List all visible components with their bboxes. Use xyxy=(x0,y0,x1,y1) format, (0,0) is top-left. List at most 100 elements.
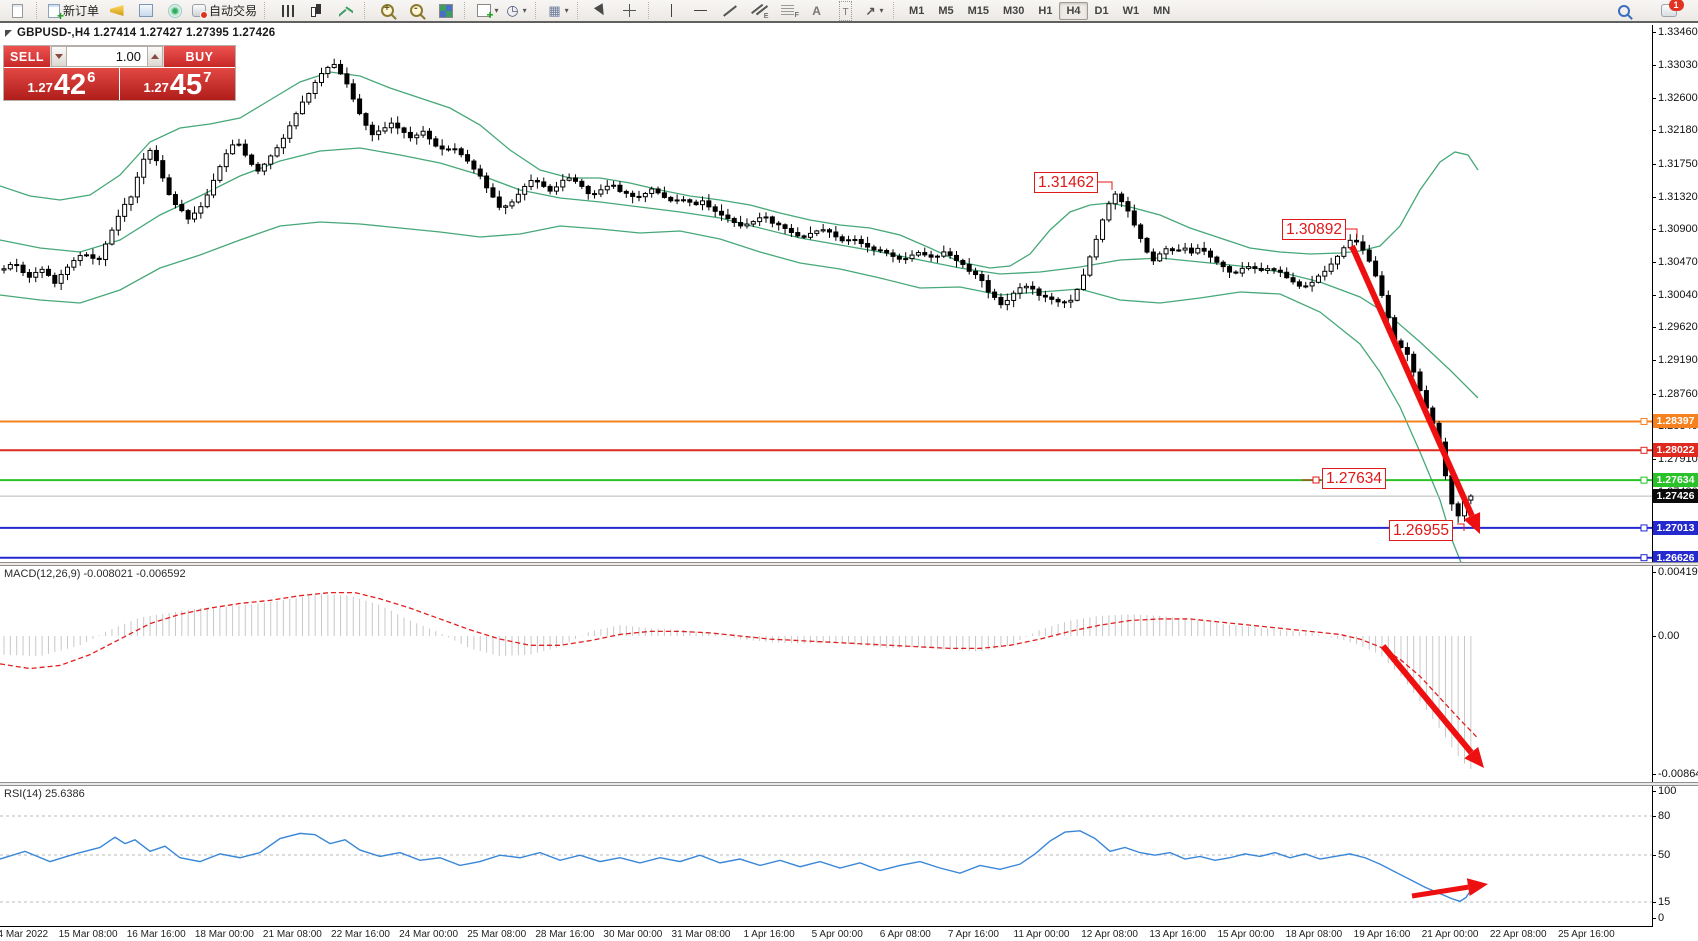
buy-button[interactable]: BUY xyxy=(164,46,235,67)
candle-body xyxy=(53,275,57,283)
lot-input[interactable]: 1.00 xyxy=(67,46,147,67)
timeframe-h4-button[interactable]: H4 xyxy=(1059,2,1087,20)
signals-icon[interactable] xyxy=(160,1,189,21)
rsi-tick-label: 15 xyxy=(1658,896,1670,908)
lot-decrease-button[interactable] xyxy=(51,46,67,67)
line-handle[interactable] xyxy=(1641,555,1647,561)
fibonacci-icon[interactable] xyxy=(773,1,802,21)
market-watch-icon[interactable] xyxy=(131,1,160,21)
price-label-annotation[interactable]: 1.31462 xyxy=(1034,172,1098,193)
price-tick-mark xyxy=(1652,394,1656,395)
triangle-down-icon xyxy=(55,54,63,59)
timeframe-h1-button[interactable]: H1 xyxy=(1031,2,1059,20)
candle-body xyxy=(656,189,660,193)
templates-icon[interactable]: ▾ xyxy=(544,1,573,21)
zoom-in-icon[interactable] xyxy=(373,1,402,21)
vertical-line-icon[interactable] xyxy=(657,1,686,21)
horizontal-line-icon[interactable] xyxy=(686,1,715,21)
file-icon[interactable] xyxy=(3,1,32,21)
price-label-annotation[interactable]: 1.30892 xyxy=(1282,219,1346,240)
cursor-icon[interactable] xyxy=(586,1,615,21)
new-chart-icon[interactable]: ▾ xyxy=(473,1,502,21)
buy-price-pip: 7 xyxy=(203,69,211,86)
macd-tick-mark xyxy=(1652,572,1656,573)
sell-button[interactable]: SELL xyxy=(4,46,50,67)
zoom-out-icon[interactable] xyxy=(402,1,431,21)
auto-trading-glyph xyxy=(192,4,206,17)
crosshair-icon[interactable] xyxy=(615,1,644,21)
candle-body xyxy=(85,255,89,256)
candle-body xyxy=(1037,289,1041,295)
lot-increase-button[interactable] xyxy=(147,46,163,67)
profiles-icon[interactable]: ▾ xyxy=(502,1,531,21)
date-axis-label: 22 Mar 16:00 xyxy=(331,929,390,940)
price-tick-label: 1.32600 xyxy=(1658,92,1698,104)
timeframe-m15-button[interactable]: M15 xyxy=(961,2,996,20)
timeframe-m5-button[interactable]: M5 xyxy=(931,2,960,20)
trendline-icon[interactable] xyxy=(715,1,744,21)
trend-arrow[interactable] xyxy=(1412,887,1468,896)
cursor-icon-glyph xyxy=(593,3,607,18)
candle-body xyxy=(1012,293,1016,300)
notifications-button[interactable]: 1 xyxy=(1654,1,1683,21)
tile-windows-icon[interactable] xyxy=(431,1,460,21)
macd-panel[interactable] xyxy=(0,566,1652,782)
candle-body xyxy=(783,225,787,229)
timeframe-d1-button[interactable]: D1 xyxy=(1088,2,1116,20)
text-label-icon[interactable] xyxy=(831,1,860,21)
candle-body xyxy=(281,138,285,147)
price-label-annotation[interactable]: 1.27634 xyxy=(1322,468,1386,489)
search-button[interactable] xyxy=(1609,1,1638,21)
line-handle[interactable] xyxy=(1641,525,1647,531)
bar-chart-icon[interactable] xyxy=(273,1,302,21)
candle-body xyxy=(904,259,908,260)
arrows-icon[interactable]: ▾ xyxy=(860,1,889,21)
annotation-handle[interactable] xyxy=(1313,477,1319,483)
rsi-panel[interactable] xyxy=(0,786,1652,927)
auto-trading-button[interactable]: 自动交易 xyxy=(189,1,260,21)
candle-body xyxy=(720,211,724,215)
timeframe-m30-button[interactable]: M30 xyxy=(996,2,1031,20)
candle-body xyxy=(1056,299,1060,301)
macd-tick-label: 0.00 xyxy=(1658,630,1679,642)
line-handle[interactable] xyxy=(1641,418,1647,424)
line-chart-icon[interactable] xyxy=(331,1,360,21)
tile-windows-icon-glyph xyxy=(439,4,453,18)
panel-separator[interactable] xyxy=(0,562,1698,566)
candle-body xyxy=(167,178,171,195)
buy-price-main: 45 xyxy=(170,72,202,98)
price-chart[interactable] xyxy=(0,25,1652,562)
candle-body xyxy=(212,180,216,195)
candle-body xyxy=(339,64,343,73)
line-handle[interactable] xyxy=(1641,447,1647,453)
sell-price-button[interactable]: 1.27 42 6 xyxy=(4,68,119,100)
candle-body xyxy=(97,258,101,259)
price-label-annotation[interactable]: 1.26955 xyxy=(1389,520,1453,541)
bollinger-middle-band[interactable] xyxy=(0,148,1478,398)
horizontal-line-icon-glyph xyxy=(694,10,707,11)
candle-body xyxy=(377,131,381,135)
search-icon xyxy=(1618,5,1630,17)
new-chart-icon-glyph xyxy=(477,4,491,17)
candle-body xyxy=(1120,194,1124,202)
equidistant-channel-icon[interactable] xyxy=(744,1,773,21)
timeframe-mn-button[interactable]: MN xyxy=(1146,2,1177,20)
buy-price-button[interactable]: 1.27 45 7 xyxy=(120,68,235,100)
timeframe-m1-button[interactable]: M1 xyxy=(902,2,931,20)
date-axis-label: 1 Apr 16:00 xyxy=(744,929,795,940)
sound-alert-icon[interactable] xyxy=(102,1,131,21)
candle-body xyxy=(1018,288,1022,293)
text-icon[interactable] xyxy=(802,1,831,21)
candle-body xyxy=(199,207,203,213)
trend-arrow-head[interactable] xyxy=(1467,878,1488,896)
panel-separator[interactable] xyxy=(0,782,1698,786)
timeframe-w1-button[interactable]: W1 xyxy=(1116,2,1147,20)
candle-body xyxy=(1304,286,1308,287)
candle-body xyxy=(1132,211,1136,225)
candle-body xyxy=(726,215,730,218)
new-order-button[interactable]: 新订单 xyxy=(45,1,102,21)
candle-body xyxy=(758,218,762,222)
candlestick-chart-icon[interactable] xyxy=(302,1,331,21)
candle-body xyxy=(59,274,63,283)
line-handle[interactable] xyxy=(1641,477,1647,483)
